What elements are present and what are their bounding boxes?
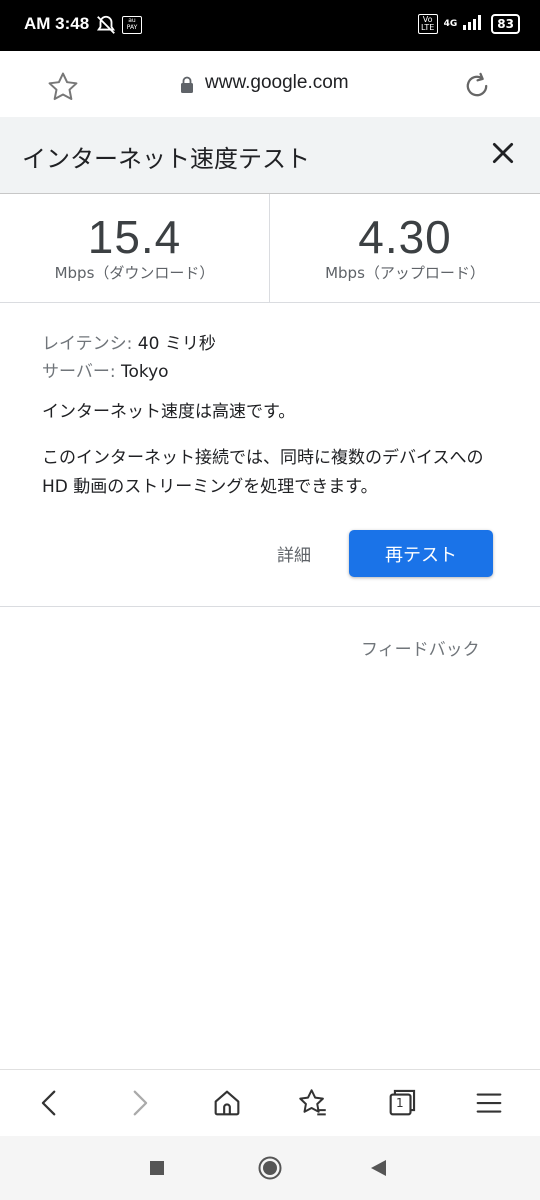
test-details: レイテンシ: 40 ミリ秒 サーバー: Tokyo インターネット速度は高速です…: [42, 330, 512, 502]
download-result: 15.4 Mbps（ダウンロード）: [0, 194, 270, 302]
url-bar: www.google.com: [0, 51, 540, 117]
back-nav-icon[interactable]: [366, 1156, 392, 1182]
url-text[interactable]: www.google.com: [205, 72, 349, 94]
upload-speed-unit: Mbps（アップロード）: [325, 264, 485, 282]
server-row: サーバー: Tokyo: [42, 358, 512, 386]
back-icon[interactable]: [33, 1086, 67, 1120]
au-pay-icon: au PAY: [122, 16, 142, 34]
feedback-link[interactable]: フィードバック: [361, 635, 480, 660]
star-icon[interactable]: [46, 70, 80, 104]
widget-title: インターネット速度テスト: [22, 145, 310, 173]
clock: AM 3:48: [24, 14, 90, 33]
details-link[interactable]: 詳細: [277, 541, 311, 566]
battery-indicator: 83: [491, 14, 520, 34]
download-speed-value: 15.4: [87, 211, 182, 263]
signal-icon: [463, 14, 485, 34]
reload-icon[interactable]: [460, 69, 494, 103]
menu-icon[interactable]: [472, 1086, 506, 1120]
system-nav-bar: [0, 1136, 540, 1200]
widget-header: インターネット速度テスト: [0, 117, 540, 194]
network-type: 4G: [443, 19, 458, 29]
server-label: サーバー:: [42, 362, 121, 382]
upload-result: 4.30 Mbps（アップロード）: [270, 194, 540, 302]
status-icons: Vo LTE 4G 83: [417, 14, 520, 34]
recent-apps-icon[interactable]: [144, 1156, 170, 1182]
speed-results: 15.4 Mbps（ダウンロード） 4.30 Mbps（アップロード）: [0, 194, 540, 303]
latency-value: 40 ミリ秒: [137, 334, 216, 354]
divider: [0, 606, 540, 607]
download-speed-unit: Mbps（ダウンロード）: [54, 264, 215, 282]
speed-status: インターネット速度は高速です。: [42, 402, 296, 422]
notifications-off-icon: [95, 14, 117, 40]
volte-icon: Vo LTE: [417, 14, 438, 34]
upload-speed-value: 4.30: [358, 211, 452, 263]
browser-toolbar: 1: [0, 1069, 540, 1137]
home-icon[interactable]: [210, 1086, 244, 1120]
server-value: Tokyo: [120, 362, 169, 382]
status-bar: AM 3:48 au PAY Vo LTE 4G 83: [0, 0, 540, 51]
close-icon[interactable]: [490, 140, 516, 166]
forward-icon[interactable]: [122, 1086, 156, 1120]
retest-button[interactable]: 再テスト: [349, 530, 493, 577]
bookmarks-icon[interactable]: [296, 1086, 330, 1120]
speed-description: このインターネット接続では、同時に複数のデバイスへの HD 動画のストリーミング…: [42, 448, 484, 497]
latency-row: レイテンシ: 40 ミリ秒: [42, 330, 512, 358]
tab-count: 1: [396, 1096, 404, 1110]
home-nav-icon[interactable]: [257, 1156, 283, 1182]
lock-icon: [180, 76, 194, 98]
latency-label: レイテンシ:: [42, 334, 138, 354]
